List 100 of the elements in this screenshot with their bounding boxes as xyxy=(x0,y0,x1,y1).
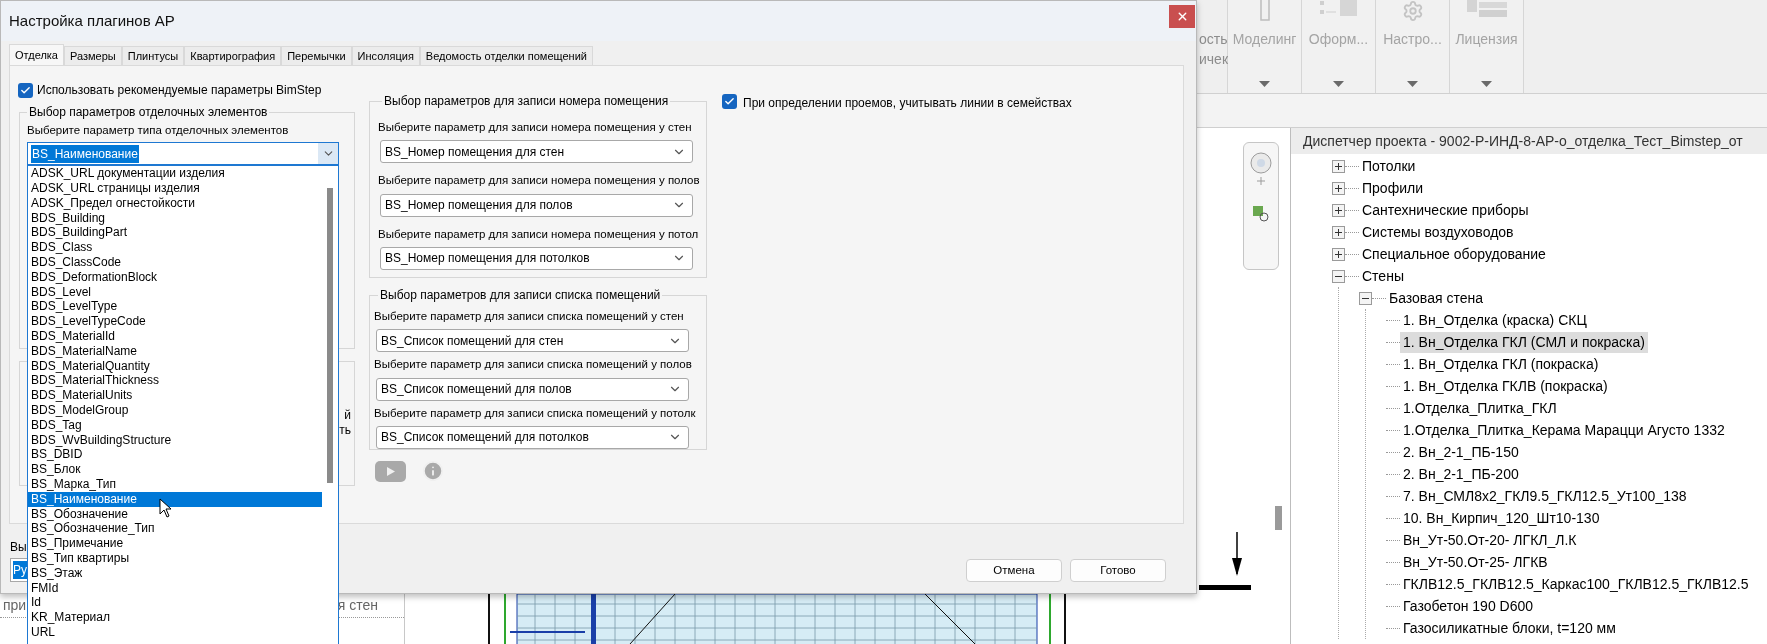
ribbon-label: ичек xyxy=(1199,50,1229,69)
caret-icon xyxy=(1259,81,1270,87)
tree-item[interactable]: 2. Вн_2-1_ПБ-150 xyxy=(1400,441,1522,463)
tree-item[interactable]: 1.Отделка_Плитка_ГКЛ xyxy=(1400,397,1560,419)
expand-icon[interactable] xyxy=(1332,181,1345,195)
gear-icon xyxy=(1401,0,1424,22)
tab[interactable]: Перемычки xyxy=(281,46,352,65)
field-label: Выберите параметр типа отделочных элементов xyxy=(27,123,290,138)
tab[interactable]: Инсоляция xyxy=(351,46,420,65)
field-label: Выберите параметр для записи номера помещения у потол xyxy=(378,226,700,242)
dropdown-option[interactable]: ADSK_URL страницы изделия xyxy=(28,181,322,196)
section-marker-icon xyxy=(1199,532,1251,592)
dropdown[interactable]: BS_Наименование xyxy=(27,142,339,166)
dialog-button[interactable]: Отмена xyxy=(966,559,1062,582)
expand-icon[interactable] xyxy=(1332,225,1345,239)
group-label: й xyxy=(344,408,351,423)
scrollbar-thumb[interactable] xyxy=(327,188,333,484)
dropdown-option[interactable]: BDS_MaterialId xyxy=(28,329,322,344)
dropdown-option[interactable]: BS_DBID xyxy=(28,447,322,463)
dropdown-option[interactable]: BS_Обозначение_Тип xyxy=(28,521,322,537)
expand-icon[interactable] xyxy=(1332,159,1345,173)
tab[interactable]: Отделка xyxy=(9,44,64,65)
dropdown-option[interactable]: BS_Обозначение xyxy=(28,506,322,522)
tree-item[interactable]: Газобетон 190 D600 xyxy=(1400,595,1537,617)
tree-item[interactable]: 1. Вн_Отделка ГКЛ (покраска) xyxy=(1400,353,1602,375)
tree-item[interactable]: 1. Вн_Отделка (краска) СКЦ xyxy=(1400,309,1590,331)
tree-item[interactable]: Сантехнические приборы xyxy=(1359,199,1532,221)
dropdown-option[interactable]: BS_Примечание xyxy=(28,536,322,551)
dropdown[interactable]: BS_Номер помещения для полов xyxy=(380,193,693,217)
tree-item[interactable]: Вн_Ут-50.От-20- ЛГКЛ_Л.К xyxy=(1400,529,1580,551)
dropdown-option[interactable]: BDS_Tag xyxy=(28,417,322,433)
tree-item[interactable]: Вн_Ут-50.От-25- ЛГКВ xyxy=(1400,551,1551,573)
property-label: я стен xyxy=(337,596,378,615)
scrollbar-thumb[interactable] xyxy=(1275,506,1282,530)
dropdown[interactable]: BS_Номер помещения для потолков xyxy=(380,246,693,270)
tab[interactable]: Размеры xyxy=(64,46,122,65)
dropdown-option[interactable]: BDS_ModelGroup xyxy=(28,403,322,418)
dropdown-option[interactable]: BS_Блок xyxy=(28,462,322,477)
field-label: Выберите параметр для записи номера помещения у полов xyxy=(378,173,701,189)
dropdown-option[interactable]: BDS_WvBuildingStructure xyxy=(28,432,322,448)
tree-item[interactable]: 1. Вн_Отделка ГКЛ (СМЛ и покраска) xyxy=(1400,331,1648,353)
dropdown-option[interactable]: BDS_Building xyxy=(28,210,322,226)
cursor-icon xyxy=(159,498,172,518)
close-button[interactable] xyxy=(1169,5,1195,28)
tree-item[interactable]: 10. Вн_Кирпич_120_Шт10-130 xyxy=(1400,507,1603,529)
tree-item[interactable]: Потолки xyxy=(1359,155,1419,177)
tree-item[interactable]: Газосиликатные блоки, t=120 мм xyxy=(1400,617,1619,639)
tab[interactable]: Плинтусы xyxy=(121,46,185,65)
dropdown-option[interactable]: FMId xyxy=(28,580,322,596)
dropdown-option[interactable]: BDS_Class xyxy=(28,240,322,256)
dropdown-option[interactable]: Id xyxy=(28,595,322,611)
dropdown-option[interactable]: BDS_MaterialQuantity xyxy=(28,358,322,374)
ribbon-label: ость xyxy=(1199,30,1228,49)
dropdown-option[interactable]: BDS_MaterialThickness xyxy=(28,373,322,389)
navigation-bar[interactable] xyxy=(1243,142,1279,270)
dropdown-option[interactable]: BDS_MaterialName xyxy=(28,343,322,359)
tree-item[interactable]: 2. Вн_2-1_ПБ-200 xyxy=(1400,463,1522,485)
dropdown-option[interactable]: BDS_BuildingPart xyxy=(28,225,322,241)
tree-item[interactable]: Специальное оборудование xyxy=(1359,243,1549,265)
panel-icon xyxy=(1259,0,1270,21)
checkbox[interactable] xyxy=(18,82,33,98)
dropdown-option[interactable]: BS_Наименование xyxy=(28,491,322,507)
caret-icon xyxy=(1333,81,1344,87)
tree-item[interactable]: Профили xyxy=(1359,177,1426,199)
dropdown-option[interactable]: BDS_LevelTypeCode xyxy=(28,314,322,329)
dropdown[interactable]: BS_Список помещений для потолков xyxy=(376,425,689,449)
dropdown-option[interactable]: BS_Марка_Тип xyxy=(28,477,322,492)
caret-icon xyxy=(1481,81,1492,87)
expand-icon[interactable] xyxy=(1332,203,1345,217)
tree-item[interactable]: Системы воздуховодов xyxy=(1359,221,1517,243)
dropdown-option[interactable]: BDS_Level xyxy=(28,284,322,300)
expand-icon[interactable] xyxy=(1332,247,1345,261)
dropdown-option[interactable]: BDS_ClassCode xyxy=(28,255,322,270)
dropdown[interactable]: BS_Список помещений для стен xyxy=(376,329,689,353)
tree-item[interactable]: Базовая стена xyxy=(1386,287,1486,309)
tree-item[interactable]: 1. Вн_Отделка ГКЛВ (покраска) xyxy=(1400,375,1611,397)
dropdown-option[interactable]: KR_Материал xyxy=(28,610,322,625)
property-label: при xyxy=(3,596,27,615)
dialog-button[interactable]: Готово xyxy=(1070,559,1166,582)
dropdown-option[interactable]: BDS_DeformationBlock xyxy=(28,269,322,285)
tree-item[interactable]: 7. Вн_СМЛ8х2_ГКЛ9.5_ГКЛ12.5_Ут100_138 xyxy=(1400,485,1690,507)
tab[interactable]: Квартирография xyxy=(184,46,282,65)
dropdown-option[interactable]: ADSK_URL документации изделия xyxy=(28,166,322,182)
field-label: Выберите параметр для записи списка помещений у потолк xyxy=(374,405,697,421)
collapse-icon[interactable] xyxy=(1332,269,1345,283)
dropdown-option[interactable]: URL xyxy=(28,624,322,640)
panel-title: Диспетчер проекта - 9002-Р-ИНД-8-АР-о_отделка_Тест_Bimstep_от xyxy=(1291,128,1767,154)
collapse-icon[interactable] xyxy=(1359,291,1372,305)
tree-item[interactable]: 1.Отделка_Плитка_Керама Марацци Агусто 1332 xyxy=(1400,419,1728,441)
tree-item[interactable]: ГКЛВ12.5_ГКЛВ12.5_Каркас100_ГКЛВ12.5_ГКЛВ12.5 xyxy=(1400,573,1752,595)
diagram-icon xyxy=(1319,0,1358,17)
dropdown-option[interactable]: ADSK_Предел огнестойкости xyxy=(28,195,322,211)
group-title: Выбор параметров отделочных элементов xyxy=(28,104,269,121)
dropdown-option[interactable]: BDS_MaterialUnits xyxy=(28,388,322,403)
dropdown-option[interactable]: BDS_LevelType xyxy=(28,299,322,315)
dropdown[interactable]: BS_Номер помещения для стен xyxy=(380,140,693,164)
dropdown[interactable]: BS_Список помещений для полов xyxy=(376,377,689,401)
tab[interactable]: Ведомость отделки помещений xyxy=(419,46,593,65)
checkbox[interactable] xyxy=(722,94,737,109)
tree-item[interactable]: Стены xyxy=(1359,265,1407,287)
